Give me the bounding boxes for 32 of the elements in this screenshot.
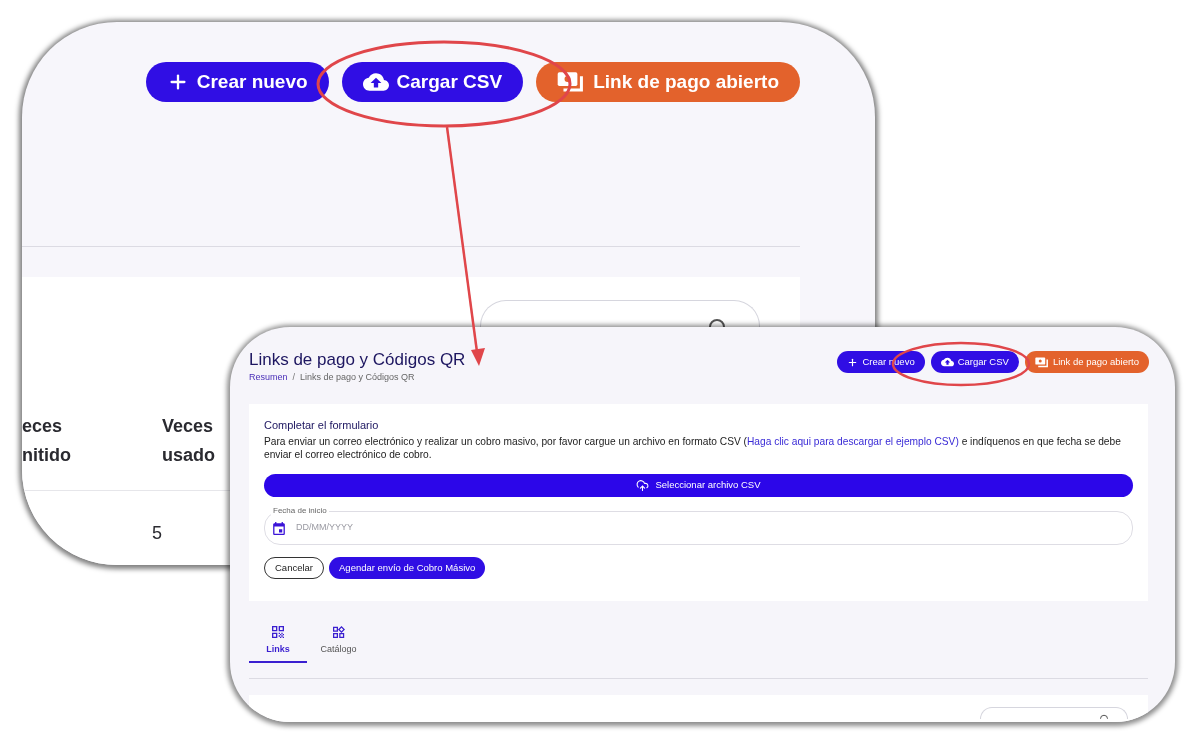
- plus-icon: [847, 356, 859, 368]
- cancel-button[interactable]: Cancelar: [264, 557, 325, 579]
- create-button[interactable]: Crear nuevo: [145, 62, 329, 102]
- calendar-icon: [273, 521, 285, 535]
- tab[interactable]: Catálogo: [307, 617, 370, 663]
- search-field[interactable]: [480, 300, 760, 327]
- column-header: eces nitido: [22, 415, 72, 467]
- bills-icon: [1034, 356, 1049, 368]
- table-cell: 5: [152, 523, 162, 543]
- select-file-button[interactable]: Seleccionar archivo CSV: [264, 474, 1133, 497]
- cloud-upload-icon: [636, 479, 650, 492]
- page-title: Links de pago y Códigos QR: [249, 350, 466, 370]
- breadcrumb-separator: /: [292, 371, 296, 383]
- widgets-icon: [332, 626, 345, 638]
- cloud-upload-icon: [362, 70, 389, 94]
- upload-csv-button[interactable]: Cargar CSV: [930, 351, 1019, 373]
- breadcrumb-current: Links de pago y Códigos QR: [300, 371, 415, 383]
- cloud-upload-icon: [940, 356, 954, 368]
- qr-code-icon: [272, 626, 284, 638]
- search-icon: [1099, 714, 1109, 719]
- column-header: Veces usado: [162, 415, 216, 467]
- tab[interactable]: Links: [249, 617, 307, 663]
- breadcrumb-link[interactable]: Resumen: [249, 371, 288, 383]
- schedule-button[interactable]: Agendar envío de Cobro Másivo: [329, 557, 486, 579]
- search-field[interactable]: [980, 707, 1128, 719]
- search-icon: [707, 318, 727, 327]
- bills-icon: [557, 71, 586, 93]
- form-title: Completar el formulario: [264, 418, 380, 432]
- upload-csv-button[interactable]: Cargar CSV: [341, 62, 524, 102]
- form-description: Para enviar un correo electrónico y realizar un cobro masivo, por favor cargue un archivo en formato CSV (Haga clic aqui para descargar el ejemplo CSV) e indíquenos en que fecha se debe enviar el correo electrónico de cobro.: [264, 435, 1122, 461]
- field-label: Fecha de inicio: [271, 505, 329, 516]
- download-example-link[interactable]: Haga clic aqui para descargar el ejemplo CSV): [747, 436, 959, 447]
